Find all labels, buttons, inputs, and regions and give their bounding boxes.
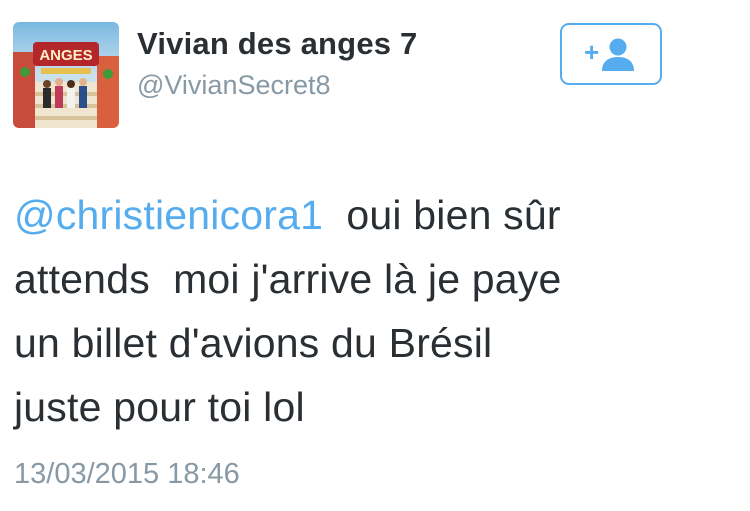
tweet-line: attends moi j'arrive là je paye [14, 256, 562, 302]
display-name[interactable]: Vivian des anges 7 [137, 26, 417, 62]
svg-text:ANGES: ANGES [39, 47, 92, 64]
tweet-line: juste pour toi lol [14, 384, 305, 430]
avatar-image: ANGES [13, 22, 119, 128]
tweet-timestamp[interactable]: 13/03/2015 18:46 [14, 458, 240, 491]
follow-button[interactable]: + [560, 23, 662, 85]
mention-link[interactable]: @christienicora1 [14, 192, 323, 238]
user-handle[interactable]: @VivianSecret8 [137, 70, 331, 101]
tweet-line: @christienicora1 oui bien sûr [14, 183, 734, 247]
tweet-line: un billet d'avions du Brésil [14, 320, 493, 366]
avatar[interactable]: ANGES [13, 22, 119, 128]
svg-text:+: + [584, 37, 599, 67]
tweet-line-text: oui bien sûr [323, 192, 561, 238]
tweet-text: @christienicora1 oui bien sûr attends mo… [14, 183, 734, 439]
add-user-icon: + [584, 37, 634, 71]
